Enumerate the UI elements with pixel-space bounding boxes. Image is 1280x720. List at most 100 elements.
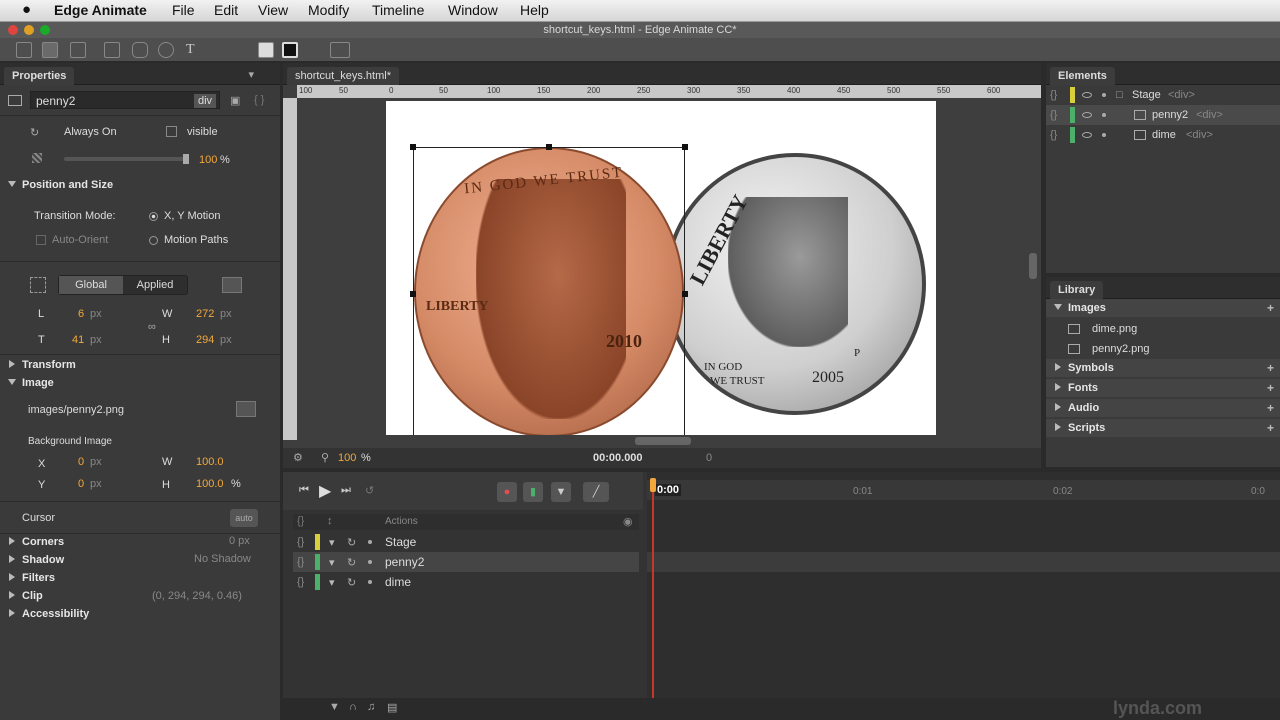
lock-dot-icon[interactable]: [1102, 133, 1106, 137]
menu-help[interactable]: Help: [520, 2, 549, 18]
library-images-section[interactable]: Images +: [1046, 299, 1280, 317]
stage-settings-icon[interactable]: ⚙: [293, 451, 303, 464]
bg-y-value[interactable]: 0: [78, 478, 84, 490]
add-symbol-icon[interactable]: +: [1267, 359, 1274, 377]
section-filters[interactable]: Filters: [0, 569, 278, 587]
timeline-settings-icon[interactable]: ◉: [623, 515, 633, 528]
close-window-button[interactable]: [8, 25, 18, 35]
add-audio-icon[interactable]: +: [1267, 399, 1274, 417]
section-transform[interactable]: Transform: [0, 356, 278, 374]
motion-paths-radio[interactable]: [149, 236, 158, 245]
audio-icon[interactable]: ♫: [367, 701, 375, 713]
swap-image-icon[interactable]: [236, 401, 256, 417]
element-row-stage[interactable]: {} □ Stage <div>: [1046, 85, 1280, 105]
lock-dot-icon[interactable]: [1102, 93, 1106, 97]
horizontal-scrollbar[interactable]: [635, 437, 691, 445]
auto-keyframe-icon[interactable]: ●: [497, 482, 517, 502]
xy-motion-radio[interactable]: [149, 212, 158, 221]
resize-handle[interactable]: [546, 144, 552, 150]
ellipse-tool-icon[interactable]: [158, 42, 174, 58]
applied-button[interactable]: Applied: [123, 276, 187, 294]
resize-handle[interactable]: [410, 144, 416, 150]
global-button[interactable]: Global: [59, 276, 123, 294]
height-value[interactable]: 294: [196, 334, 214, 346]
library-scripts-section[interactable]: Scripts +: [1046, 419, 1280, 437]
height-unit[interactable]: px: [220, 334, 232, 346]
library-fonts-section[interactable]: Fonts +: [1046, 379, 1280, 397]
collapse-icon[interactable]: ▾: [329, 576, 335, 589]
resize-handle[interactable]: [682, 291, 688, 297]
rounded-rectangle-tool-icon[interactable]: [132, 42, 148, 58]
collapse-icon[interactable]: ▾: [329, 536, 335, 549]
panel-menu-icon[interactable]: ▾: [248, 68, 254, 81]
braces-icon[interactable]: {}: [297, 576, 304, 588]
width-unit[interactable]: px: [220, 308, 232, 320]
library-image-item[interactable]: penny2.png: [1046, 339, 1280, 359]
eye-icon[interactable]: [1082, 112, 1092, 118]
menu-window[interactable]: Window: [448, 2, 498, 18]
go-to-start-icon[interactable]: ⏮: [299, 484, 309, 497]
braces-icon[interactable]: { }: [254, 94, 264, 106]
timeline-track-dime[interactable]: {} ▾ ↻ dime: [293, 572, 639, 592]
opacity-slider-handle[interactable]: [183, 154, 189, 164]
apple-icon[interactable]: ●: [22, 1, 31, 18]
left-value[interactable]: 6: [78, 308, 84, 320]
menu-edit[interactable]: Edit: [214, 2, 238, 18]
top-unit[interactable]: px: [90, 334, 102, 346]
library-symbols-section[interactable]: Symbols +: [1046, 359, 1280, 377]
element-name-field[interactable]: penny2: [30, 91, 220, 109]
add-font-icon[interactable]: +: [1267, 379, 1274, 397]
library-image-item[interactable]: dime.png: [1046, 319, 1280, 339]
stroke-color-swatch[interactable]: [282, 42, 298, 58]
section-position-size[interactable]: Position and Size: [0, 176, 278, 194]
loop-icon[interactable]: ↺: [365, 484, 374, 497]
grid-icon[interactable]: ▤: [387, 701, 397, 714]
zoom-value[interactable]: 100: [338, 452, 356, 464]
library-audio-section[interactable]: Audio +: [1046, 399, 1280, 417]
left-unit[interactable]: px: [90, 308, 102, 320]
lock-dot-icon[interactable]: [368, 580, 372, 584]
section-image[interactable]: Image: [0, 374, 278, 392]
stage-grid-icon[interactable]: [330, 42, 350, 58]
top-value[interactable]: 41: [72, 334, 84, 346]
bg-y-unit[interactable]: px: [90, 478, 102, 490]
width-value[interactable]: 272: [196, 308, 214, 320]
stage-canvas[interactable]: LIBERTY IN GOD WE TRUST 2005 P IN GOD WE…: [386, 101, 936, 435]
time-ruler[interactable]: 0:00 0:01 0:02 0:0: [647, 480, 1280, 500]
dime-image[interactable]: LIBERTY IN GOD WE TRUST 2005 P: [664, 153, 926, 415]
always-on-dropdown[interactable]: Always On: [64, 126, 117, 138]
resize-handle[interactable]: [410, 291, 416, 297]
selection-tool-icon[interactable]: [16, 42, 32, 58]
braces-icon[interactable]: {}: [297, 515, 304, 527]
collapse-icon[interactable]: ▾: [329, 556, 335, 569]
transform-tool-icon[interactable]: [42, 42, 58, 58]
magnet-icon[interactable]: ∩: [349, 701, 357, 713]
element-type-dropdown[interactable]: div: [194, 94, 217, 108]
tab-properties[interactable]: Properties: [4, 67, 75, 85]
add-script-icon[interactable]: +: [1267, 419, 1274, 437]
minimize-window-button[interactable]: [24, 25, 34, 35]
filter-icon[interactable]: ▼: [329, 701, 340, 713]
zoom-window-button[interactable]: [40, 25, 50, 35]
eye-icon[interactable]: ↻: [347, 536, 356, 549]
lock-dot-icon[interactable]: [368, 560, 372, 564]
timeline-track-band[interactable]: [647, 552, 1280, 572]
timeline-grid[interactable]: 0:00 0:01 0:02 0:0: [647, 472, 1280, 720]
go-to-end-icon[interactable]: ⏭: [341, 484, 351, 497]
menu-modify[interactable]: Modify: [308, 2, 349, 18]
zoom-icon[interactable]: ⚲: [321, 451, 329, 464]
text-tool-icon[interactable]: T: [186, 42, 202, 58]
braces-icon[interactable]: {}: [297, 556, 304, 568]
opacity-slider[interactable]: [64, 157, 188, 161]
vertical-scrollbar[interactable]: [1029, 253, 1037, 279]
braces-icon[interactable]: {}: [1050, 109, 1057, 121]
easing-icon[interactable]: ╱: [583, 482, 609, 502]
bg-h-value[interactable]: 100.0: [196, 478, 224, 490]
eye-icon[interactable]: ↻: [347, 576, 356, 589]
eye-icon[interactable]: [1082, 92, 1092, 98]
play-icon[interactable]: ▶: [319, 481, 331, 501]
app-name-menu[interactable]: Edge Animate: [54, 2, 147, 18]
visible-dropdown[interactable]: visible: [187, 126, 218, 138]
actions-label[interactable]: Actions: [385, 516, 418, 527]
braces-icon[interactable]: {}: [1050, 89, 1057, 101]
